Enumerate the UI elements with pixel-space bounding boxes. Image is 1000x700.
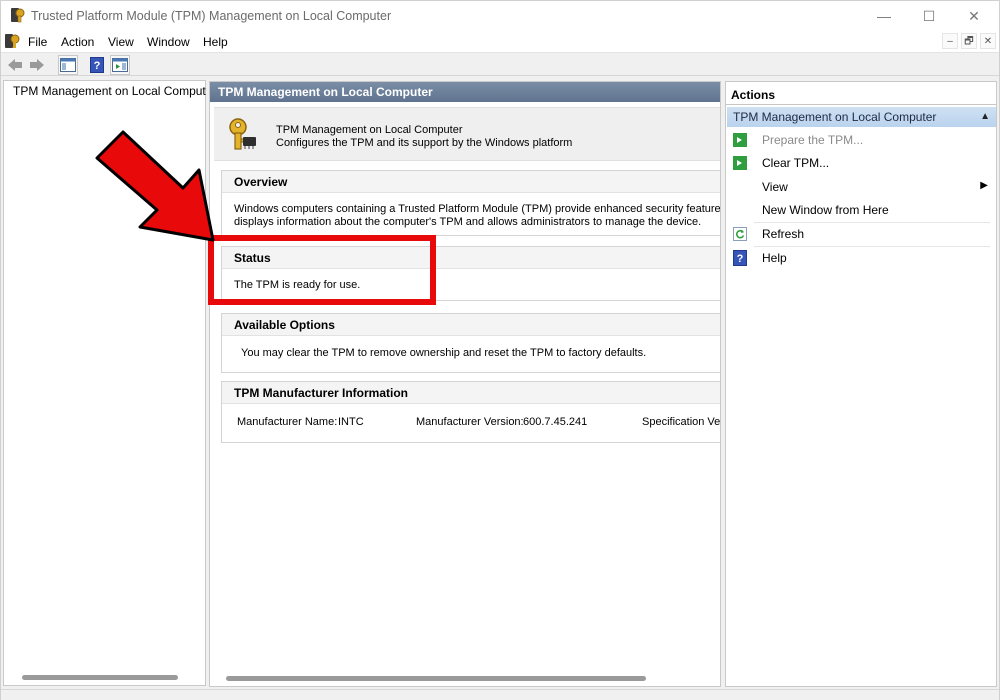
action-view[interactable]: View ▶ — [732, 177, 992, 197]
specification-version-label: Specification Ver — [642, 416, 721, 428]
collapse-caret-icon[interactable]: ▲ — [980, 111, 990, 122]
snapin-info-block: TPM Management on Local Computer Configu… — [214, 107, 720, 161]
green-arrow-icon — [732, 155, 748, 171]
svg-text:?: ? — [737, 253, 744, 265]
actions-divider — [754, 222, 990, 223]
overview-section: Overview Windows computers containing a … — [221, 170, 721, 236]
close-button[interactable]: ✕ — [951, 1, 997, 31]
overview-text-line2: displays information about the computer'… — [234, 216, 702, 228]
overview-body: Windows computers containing a Trusted P… — [222, 193, 721, 229]
action-label: Clear TPM... — [762, 156, 830, 170]
manufacturer-version-value: 600.7.45.241 — [523, 416, 588, 428]
help-icon: ? — [90, 57, 104, 73]
back-icon — [8, 59, 22, 71]
action-refresh[interactable]: Refresh — [732, 224, 992, 244]
available-options-text: You may clear the TPM to remove ownershi… — [241, 347, 647, 359]
menu-file[interactable]: File — [28, 35, 47, 49]
toolbar: ? — [1, 54, 999, 76]
submenu-arrow-icon: ▶ — [980, 180, 988, 191]
tree-item-tpm-management[interactable]: TPM Management on Local Computer — [8, 84, 206, 98]
mmc-window: Trusted Platform Module (TPM) Management… — [0, 0, 1000, 700]
tpm-key-app-icon — [11, 8, 25, 23]
tree-horizontal-scrollbar[interactable] — [22, 675, 178, 680]
action-new-window[interactable]: New Window from Here — [732, 200, 992, 220]
actions-divider — [754, 246, 990, 247]
available-options-section: Available Options You may clear the TPM … — [221, 313, 720, 373]
manufacturer-name-value: INTC — [338, 416, 364, 428]
results-horizontal-scrollbar[interactable] — [226, 676, 646, 681]
manufacturer-info-section: TPM Manufacturer Information Manufacture… — [221, 381, 721, 443]
console-menu-icon[interactable] — [4, 33, 20, 49]
snapin-title-text: TPM Management on Local Computer — [276, 124, 463, 136]
menu-view[interactable]: View — [108, 35, 134, 49]
action-label: Refresh — [762, 227, 805, 241]
action-clear-tpm[interactable]: Clear TPM... — [732, 153, 992, 173]
action-label: View — [762, 180, 788, 194]
status-highlight-box — [208, 235, 436, 305]
forward-button[interactable] — [27, 55, 47, 75]
manufacturer-name-label: Manufacturer Name: — [237, 416, 338, 428]
refresh-icon — [732, 226, 748, 242]
help-icon: ? — [732, 250, 748, 266]
show-hide-console-tree-icon — [60, 58, 76, 72]
help-toolbar-button[interactable]: ? — [87, 55, 107, 75]
action-label: New Window from Here — [762, 203, 889, 217]
tree-item-label: TPM Management on Local Computer — [13, 84, 206, 98]
actions-section-title: TPM Management on Local Computer — [733, 110, 937, 124]
menu-window[interactable]: Window — [147, 35, 190, 49]
svg-text:?: ? — [94, 60, 101, 72]
manufacturer-info-body: Manufacturer Name: INTC Manufacturer Ver… — [222, 404, 721, 442]
actions-heading: Actions — [726, 85, 996, 105]
overview-text-line1: Windows computers containing a Trusted P… — [234, 203, 721, 215]
status-bar — [1, 689, 999, 700]
menu-help[interactable]: Help — [203, 35, 228, 49]
available-options-heading: Available Options — [222, 314, 720, 336]
menu-bar: File Action View Window Help – 🗗 ✕ — [1, 31, 999, 53]
show-hide-console-tree-button[interactable] — [58, 55, 78, 75]
results-pane-header: TPM Management on Local Computer — [210, 82, 720, 102]
maximize-button[interactable]: ☐ — [906, 1, 952, 31]
action-label: Prepare the TPM... — [762, 133, 864, 147]
mdi-restore-button[interactable]: 🗗 — [961, 33, 977, 49]
mdi-minimize-button[interactable]: – — [942, 33, 958, 49]
actions-section-header[interactable]: TPM Management on Local Computer ▲ — [727, 107, 996, 127]
menu-action[interactable]: Action — [61, 35, 94, 49]
action-help[interactable]: ? Help — [732, 248, 992, 268]
show-hide-action-pane-icon — [112, 58, 128, 72]
mdi-close-button[interactable]: ✕ — [980, 33, 996, 49]
actions-pane: Actions TPM Management on Local Computer… — [725, 81, 997, 687]
show-hide-action-pane-button[interactable] — [110, 55, 130, 75]
annotation-arrow-icon — [95, 130, 215, 242]
manufacturer-version-label: Manufacturer Version: — [416, 416, 524, 428]
tpm-key-large-icon — [229, 118, 256, 150]
title-bar[interactable]: Trusted Platform Module (TPM) Management… — [1, 1, 999, 31]
snapin-description-text: Configures the TPM and its support by th… — [276, 137, 573, 149]
manufacturer-info-heading: TPM Manufacturer Information — [222, 382, 720, 404]
action-prepare-tpm[interactable]: Prepare the TPM... — [732, 130, 992, 150]
back-button[interactable] — [5, 55, 25, 75]
results-pane: TPM Management on Local Computer TPM Man… — [209, 81, 721, 687]
window-title: Trusted Platform Module (TPM) Management… — [31, 9, 392, 23]
action-label: Help — [762, 251, 787, 265]
green-arrow-icon — [732, 132, 748, 148]
minimize-button[interactable]: — — [861, 1, 907, 31]
overview-heading: Overview — [222, 171, 720, 193]
forward-icon — [30, 59, 44, 71]
